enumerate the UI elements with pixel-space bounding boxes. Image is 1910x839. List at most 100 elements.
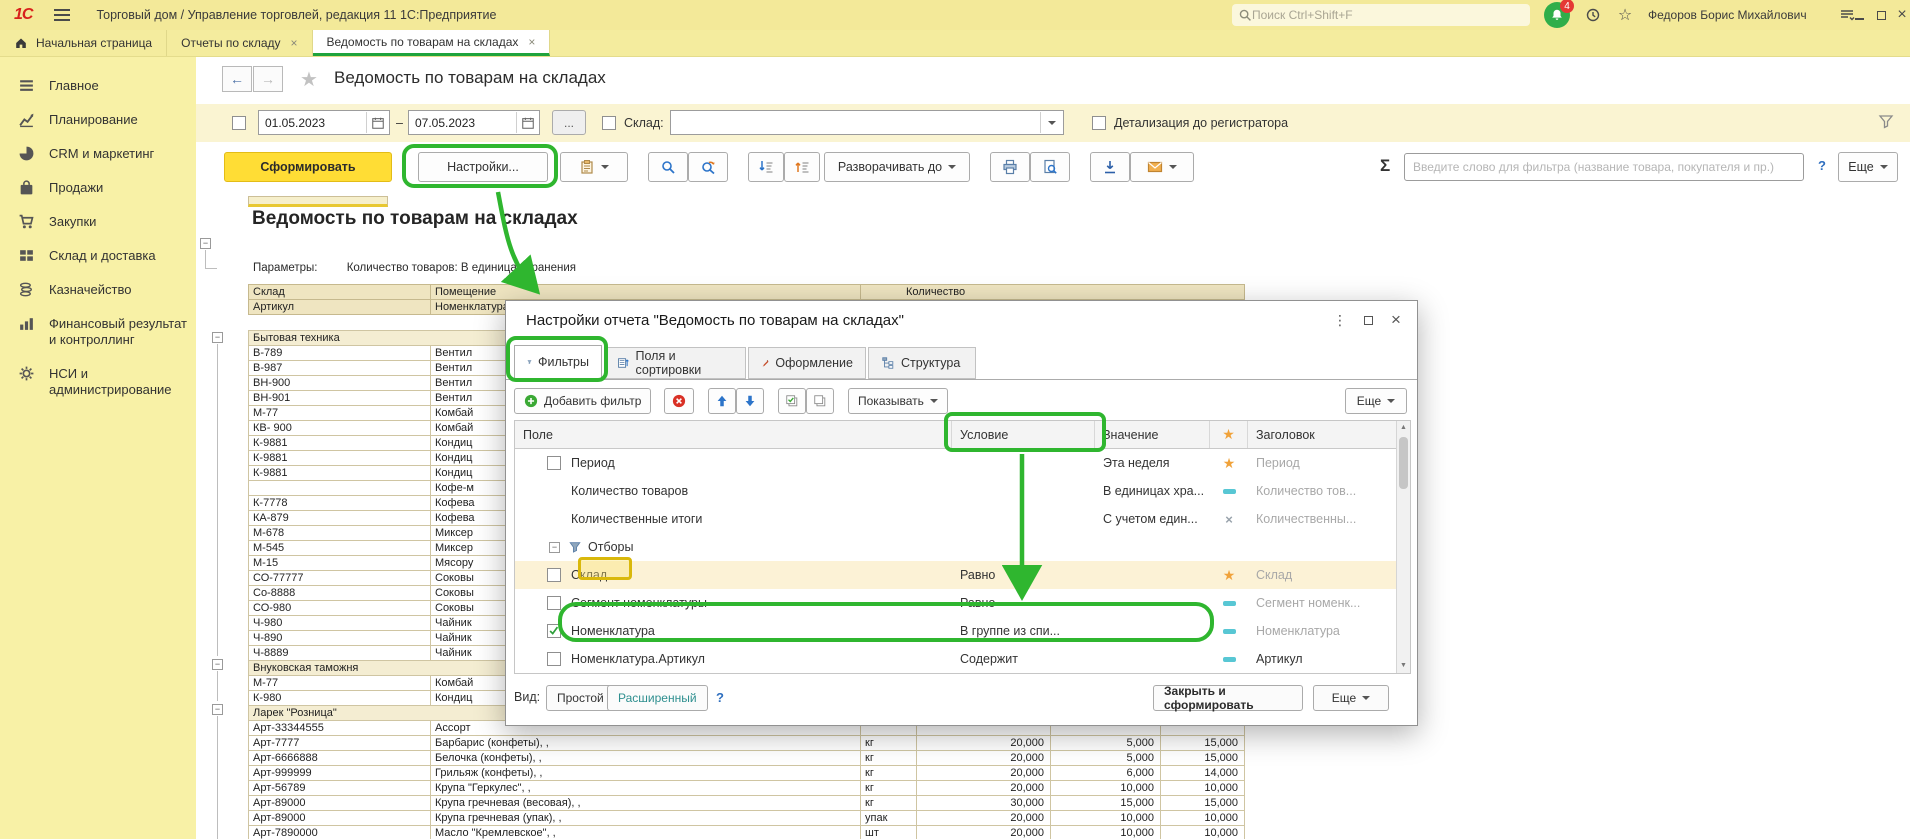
table-cell[interactable]: В-789 bbox=[249, 346, 431, 361]
restore-button[interactable] bbox=[1872, 6, 1890, 24]
close-button[interactable]: × bbox=[1893, 6, 1910, 24]
grid-scrollbar[interactable]: ▲ ▼ bbox=[1396, 421, 1410, 673]
table-cell[interactable]: Масло "Кремлевское", , bbox=[431, 826, 861, 839]
scroll-thumb[interactable] bbox=[1399, 437, 1408, 489]
column-header[interactable]: Заголовок bbox=[1248, 421, 1398, 448]
move-up-button[interactable] bbox=[708, 388, 736, 414]
expand-to-button[interactable]: Разворачивать до bbox=[824, 152, 970, 182]
dialog-menu-icon[interactable]: ⋮ bbox=[1329, 309, 1351, 331]
filter-row[interactable]: СкладРавно★Склад bbox=[515, 561, 1398, 589]
global-search-input[interactable] bbox=[1252, 8, 1502, 22]
table-cell[interactable]: Арт-33344555 bbox=[249, 721, 431, 736]
notifications-bell-icon[interactable]: 4 bbox=[1544, 2, 1570, 28]
flag-star-icon[interactable]: ★ bbox=[1210, 567, 1248, 584]
table-cell[interactable]: Артикул bbox=[249, 300, 431, 315]
table-cell[interactable]: 20,000 bbox=[917, 751, 1051, 766]
table-cell[interactable]: ВН-901 bbox=[249, 391, 431, 406]
filter-condition[interactable]: В группе из спи... bbox=[952, 624, 1095, 638]
check-all-button[interactable] bbox=[778, 388, 806, 414]
table-cell[interactable]: М-545 bbox=[249, 541, 431, 556]
table-cell[interactable]: Арт-56789 bbox=[249, 781, 431, 796]
warehouse-checkbox[interactable] bbox=[602, 116, 616, 130]
table-cell[interactable]: М-77 bbox=[249, 406, 431, 421]
uncheck-all-button[interactable] bbox=[806, 388, 834, 414]
table-cell[interactable]: Крупа гречневая (упак), , bbox=[431, 811, 861, 826]
back-button[interactable]: ← bbox=[222, 66, 252, 92]
column-flag[interactable]: ★ bbox=[1210, 421, 1248, 448]
add-filter-button[interactable]: Добавить фильтр bbox=[514, 388, 651, 414]
group-expander[interactable]: − bbox=[212, 332, 223, 343]
print-preview-button[interactable] bbox=[1030, 152, 1070, 182]
sidebar-item[interactable]: НСИ и администрирование bbox=[0, 357, 196, 407]
tab-close-icon[interactable]: × bbox=[291, 36, 298, 50]
dialog-tab-2[interactable]: Поля и сортировки bbox=[604, 347, 746, 379]
table-cell[interactable]: Арт-999999 bbox=[249, 766, 431, 781]
quick-filter-field[interactable] bbox=[1404, 153, 1804, 181]
filter-header[interactable]: Период bbox=[1248, 456, 1398, 470]
table-cell[interactable]: 20,000 bbox=[917, 811, 1051, 826]
table-cell[interactable]: Белочка (конфеты), , bbox=[431, 751, 861, 766]
column-value[interactable]: Значение bbox=[1095, 421, 1210, 448]
table-cell[interactable]: 15,000 bbox=[1161, 736, 1245, 751]
sidebar-item[interactable]: CRM и маркетинг bbox=[0, 137, 196, 171]
table-cell[interactable]: М-15 bbox=[249, 556, 431, 571]
more-button[interactable]: Еще bbox=[1838, 152, 1898, 182]
sidebar-item[interactable]: Планирование bbox=[0, 103, 196, 137]
sidebar-item[interactable]: Финансовый результат и контроллинг bbox=[0, 307, 196, 357]
filter-checkbox[interactable] bbox=[547, 624, 561, 638]
sidebar-item[interactable]: Закупки bbox=[0, 205, 196, 239]
table-cell[interactable]: кг bbox=[861, 796, 917, 811]
collapse-groups-button[interactable] bbox=[748, 152, 784, 182]
table-cell[interactable]: Ч-980 bbox=[249, 616, 431, 631]
table-cell[interactable]: 6,000 bbox=[1051, 766, 1161, 781]
filter-header[interactable]: Номенклатура bbox=[1248, 624, 1398, 638]
table-cell[interactable]: Барбарис (конфеты), , bbox=[431, 736, 861, 751]
filter-header[interactable]: Количество тов... bbox=[1248, 484, 1398, 498]
column-condition[interactable]: Условие bbox=[952, 421, 1095, 448]
table-cell[interactable]: Склад bbox=[249, 285, 431, 300]
filter-checkbox[interactable] bbox=[547, 652, 561, 666]
table-cell[interactable]: Арт-89000 bbox=[249, 811, 431, 826]
main-menu-icon[interactable] bbox=[54, 9, 70, 21]
table-cell[interactable]: 10,000 bbox=[1161, 811, 1245, 826]
history-icon[interactable] bbox=[1582, 5, 1604, 25]
sidebar-item[interactable]: Казначейство bbox=[0, 273, 196, 307]
filter-header[interactable]: Сегмент номенк... bbox=[1248, 596, 1398, 610]
table-cell[interactable]: КВ- 900 bbox=[249, 421, 431, 436]
tab-close-icon[interactable]: × bbox=[528, 35, 535, 49]
table-cell[interactable]: К-980 bbox=[249, 691, 431, 706]
flag-dash-icon[interactable] bbox=[1210, 601, 1248, 606]
table-cell[interactable]: 10,000 bbox=[1051, 811, 1161, 826]
table-cell[interactable]: КА-879 bbox=[249, 511, 431, 526]
table-cell[interactable]: ВН-900 bbox=[249, 376, 431, 391]
table-cell[interactable]: 20,000 bbox=[917, 766, 1051, 781]
filter-checkbox[interactable] bbox=[547, 456, 561, 470]
detail-checkbox[interactable] bbox=[1092, 116, 1106, 130]
chevron-down-icon[interactable] bbox=[1040, 112, 1062, 133]
tab-2[interactable]: Ведомость по товарам на складах× bbox=[313, 30, 551, 56]
dialog-tab-1[interactable]: Фильтры bbox=[514, 345, 602, 379]
table-cell[interactable]: 20,000 bbox=[917, 736, 1051, 751]
table-cell[interactable]: К-7778 bbox=[249, 496, 431, 511]
dialog-tab-4[interactable]: Структура bbox=[868, 347, 976, 379]
filter-condition[interactable]: Содержит bbox=[952, 652, 1095, 666]
table-cell[interactable]: К-9881 bbox=[249, 436, 431, 451]
forward-button[interactable]: → bbox=[253, 66, 283, 92]
table-cell[interactable]: 10,000 bbox=[1161, 826, 1245, 839]
dialog-maximize-button[interactable] bbox=[1357, 309, 1379, 331]
table-cell[interactable] bbox=[249, 481, 431, 496]
table-cell[interactable]: 10,000 bbox=[1051, 781, 1161, 796]
column-field[interactable]: Поле bbox=[515, 421, 952, 448]
table-cell[interactable]: 10,000 bbox=[1161, 781, 1245, 796]
table-cell[interactable]: Крупа "Геркулес", , bbox=[431, 781, 861, 796]
table-cell[interactable]: СО-77777 bbox=[249, 571, 431, 586]
calendar-icon[interactable] bbox=[366, 112, 388, 133]
table-cell[interactable]: кг bbox=[861, 766, 917, 781]
group-expander[interactable]: − bbox=[212, 704, 223, 715]
table-cell[interactable]: кг bbox=[861, 736, 917, 751]
scroll-up-icon[interactable]: ▲ bbox=[1397, 422, 1410, 434]
reset-search-button[interactable] bbox=[688, 152, 728, 182]
period-checkbox[interactable] bbox=[232, 116, 246, 130]
dialog-more-button[interactable]: Еще bbox=[1345, 388, 1407, 414]
table-cell[interactable]: Арт-7777 bbox=[249, 736, 431, 751]
